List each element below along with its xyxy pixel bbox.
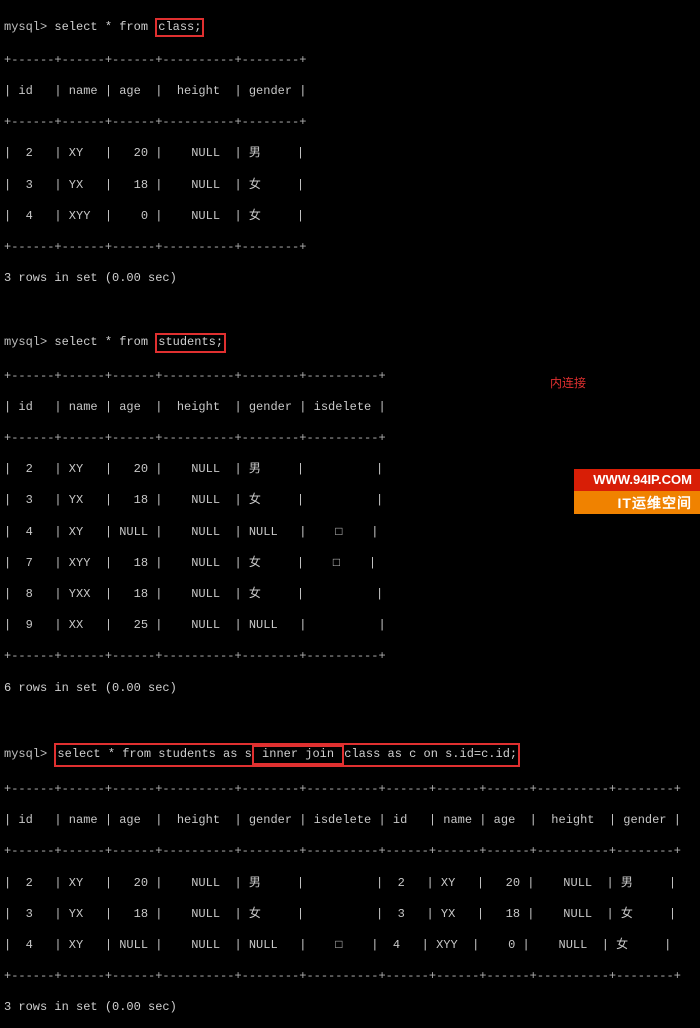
watermark-url: WWW.94IP.COM (574, 469, 700, 491)
table3-row-1: | 3 | YX | 18 | NULL | 女 | | 3 | YX | 18… (4, 907, 696, 923)
inner-join-annotation: 内连接 (550, 376, 586, 392)
terminal-output: mysql> select * from class; +------+----… (0, 0, 700, 1028)
table2-sep-bot: +------+------+------+----------+-------… (4, 649, 696, 665)
highlight-inner-join: inner join (252, 745, 344, 765)
watermark: WWW.94IP.COM IT运维空间 (574, 469, 700, 514)
mysql-prompt: mysql> (4, 20, 47, 34)
table3-row-2: | 4 | XY | NULL | NULL | NULL | □ | 4 | … (4, 938, 696, 954)
query2-before: select * from (47, 335, 155, 349)
q3-seg3: class as c on s.id=c.id; (344, 747, 517, 761)
table3-sep-top: +------+------+------+----------+-------… (4, 782, 696, 798)
table2-row-3: | 7 | XYY | 18 | NULL | 女 | □ | (4, 556, 696, 572)
table2-sep-mid: +------+------+------+----------+-------… (4, 431, 696, 447)
highlight-students: students; (155, 333, 226, 353)
table1-sep-top: +------+------+------+----------+-------… (4, 53, 696, 69)
query1-before: select * from (47, 20, 155, 34)
table2-row-4: | 8 | YXX | 18 | NULL | 女 | | (4, 587, 696, 603)
table2-row-2: | 4 | XY | NULL | NULL | NULL | □ | (4, 525, 696, 541)
query-line-3: mysql> select * from students as s inner… (4, 743, 696, 767)
table1-sep-mid: +------+------+------+----------+-------… (4, 115, 696, 131)
blank-line-2 (4, 712, 696, 728)
table1-header: | id | name | age | height | gender | (4, 84, 696, 100)
table1-summary: 3 rows in set (0.00 sec) (4, 271, 696, 287)
blank-line-1 (4, 302, 696, 318)
table1-sep-bot: +------+------+------+----------+-------… (4, 240, 696, 256)
table3-row-0: | 2 | XY | 20 | NULL | 男 | | 2 | XY | 20… (4, 876, 696, 892)
table1-row-1: | 3 | YX | 18 | NULL | 女 | (4, 178, 696, 194)
highlight-class: class; (155, 18, 204, 38)
mysql-prompt-2: mysql> (4, 335, 47, 349)
table2-sep-top: +------+------+------+----------+-------… (4, 369, 696, 385)
table1-row-2: | 4 | XYY | 0 | NULL | 女 | (4, 209, 696, 225)
query-line-1: mysql> select * from class; (4, 18, 696, 38)
table3-summary: 3 rows in set (0.00 sec) (4, 1000, 696, 1016)
highlight-join-query: select * from students as s inner join c… (54, 743, 520, 767)
table1-row-0: | 2 | XY | 20 | NULL | 男 | (4, 146, 696, 162)
mysql-prompt-3: mysql> (4, 747, 47, 761)
table2-summary: 6 rows in set (0.00 sec) (4, 681, 696, 697)
table3-sep-mid: +------+------+------+----------+-------… (4, 844, 696, 860)
watermark-brand: IT运维空间 (574, 491, 700, 514)
table2-row-5: | 9 | XX | 25 | NULL | NULL | | (4, 618, 696, 634)
query-line-2: mysql> select * from students; (4, 333, 696, 353)
table3-header: | id | name | age | height | gender | is… (4, 813, 696, 829)
q3-seg1: select * from students as s (57, 747, 251, 761)
table2-header: | id | name | age | height | gender | is… (4, 400, 696, 416)
table3-sep-bot: +------+------+------+----------+-------… (4, 969, 696, 985)
